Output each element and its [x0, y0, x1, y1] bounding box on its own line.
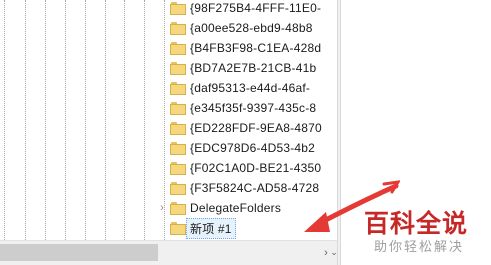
watermark-title: 百科全说 — [364, 209, 469, 238]
tree-item-label: {BD7A2E7B-21CB-41b — [190, 61, 317, 75]
folder-icon — [170, 81, 186, 95]
folder-icon — [170, 121, 186, 135]
tree-item-label: {e345f35f-9397-435c-8 — [190, 101, 317, 115]
folder-icon — [170, 201, 186, 215]
folder-icon — [170, 221, 186, 235]
tree-item[interactable]: {ED228FDF-9EA8-4870 — [158, 118, 337, 138]
folder-icon — [170, 101, 186, 115]
tree-item-label: DelegateFolders — [190, 201, 282, 215]
tree-item[interactable]: {daf95313-e44d-46af- — [158, 78, 337, 98]
folder-icon — [170, 181, 186, 195]
tree-item-label: {ED228FDF-9EA8-4870 — [190, 121, 322, 135]
tree-guide-line — [25, 0, 26, 240]
tree-guide-line — [65, 0, 66, 240]
tree-guide-line — [45, 0, 46, 240]
folder-icon — [170, 141, 186, 155]
tree-item[interactable]: {B4FB3F98-C1EA-428d — [158, 38, 337, 58]
tree-guide-line — [124, 0, 125, 240]
watermark-subtitle: 助你轻松解决 — [374, 240, 465, 255]
tree-item[interactable]: {e345f35f-9397-435c-8 — [158, 98, 337, 118]
folder-icon — [170, 161, 186, 175]
folder-icon — [170, 1, 186, 15]
tree-item-label: {F02C1A0D-BE21-4350 — [190, 161, 322, 175]
tree-item-label: {EDC978D6-4D53-4b2 — [190, 141, 316, 155]
tree-item[interactable]: {F02C1A0D-BE21-4350 — [158, 158, 337, 178]
tree-item[interactable]: {a00ee528-ebd9-48b8 — [158, 18, 337, 38]
tree-item[interactable]: {BD7A2E7B-21CB-41b — [158, 58, 337, 78]
chevron-right-icon[interactable]: › — [156, 198, 168, 218]
tree-item-label-editing[interactable]: 新项 #1 — [186, 217, 236, 239]
tree-item-label: {daf95313-e44d-46af- — [190, 81, 311, 95]
tree-guide-line — [85, 0, 86, 240]
scrollbar-thumb[interactable] — [0, 244, 158, 261]
tree-item[interactable]: {EDC978D6-4D53-4b2 — [158, 138, 337, 158]
tree-item-label: {B4FB3F98-C1EA-428d — [190, 41, 322, 55]
tree-guide-line — [105, 0, 106, 240]
registry-tree-pane[interactable]: {98F275B4-4FFF-11E0- {a00ee528-ebd9-48b8… — [0, 0, 337, 240]
tree-guide-line — [4, 0, 5, 240]
tree-guide-line — [144, 0, 145, 240]
folder-icon — [170, 21, 186, 35]
tree-item-label: {98F275B4-4FFF-11E0- — [190, 1, 322, 15]
tree-item[interactable]: {98F275B4-4FFF-11E0- — [158, 0, 337, 18]
folder-icon — [170, 61, 186, 75]
horizontal-scrollbar[interactable]: › ⌄ — [0, 240, 338, 265]
folder-icon — [170, 41, 186, 55]
tree-item-label: {a00ee528-ebd9-48b8 — [190, 21, 313, 35]
watermark-logo: 百科全说 助你轻松解决 — [364, 200, 491, 260]
